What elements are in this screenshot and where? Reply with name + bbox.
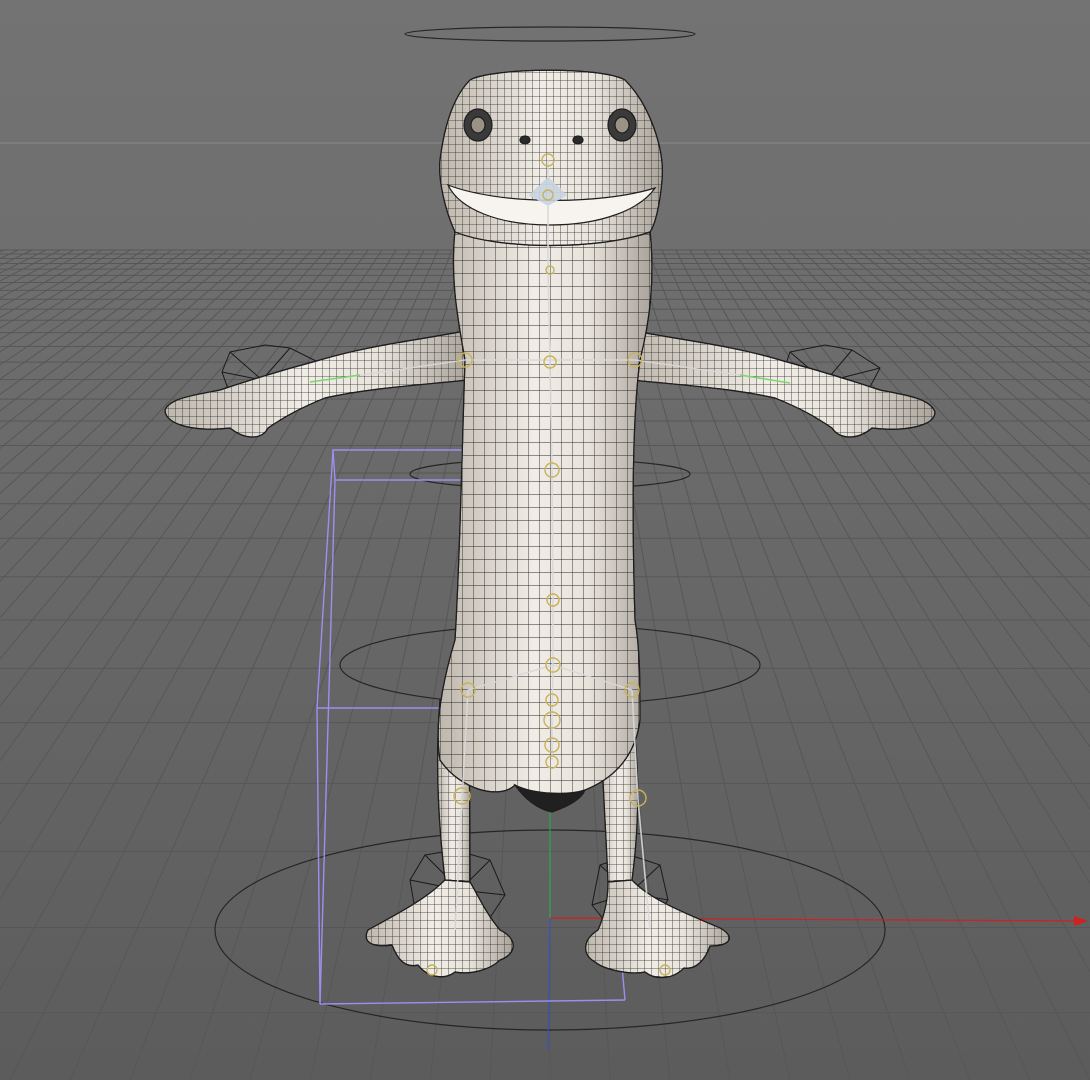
nostril-left — [519, 135, 531, 145]
3d-viewport[interactable] — [0, 0, 1090, 1080]
nostril-right — [572, 135, 584, 145]
